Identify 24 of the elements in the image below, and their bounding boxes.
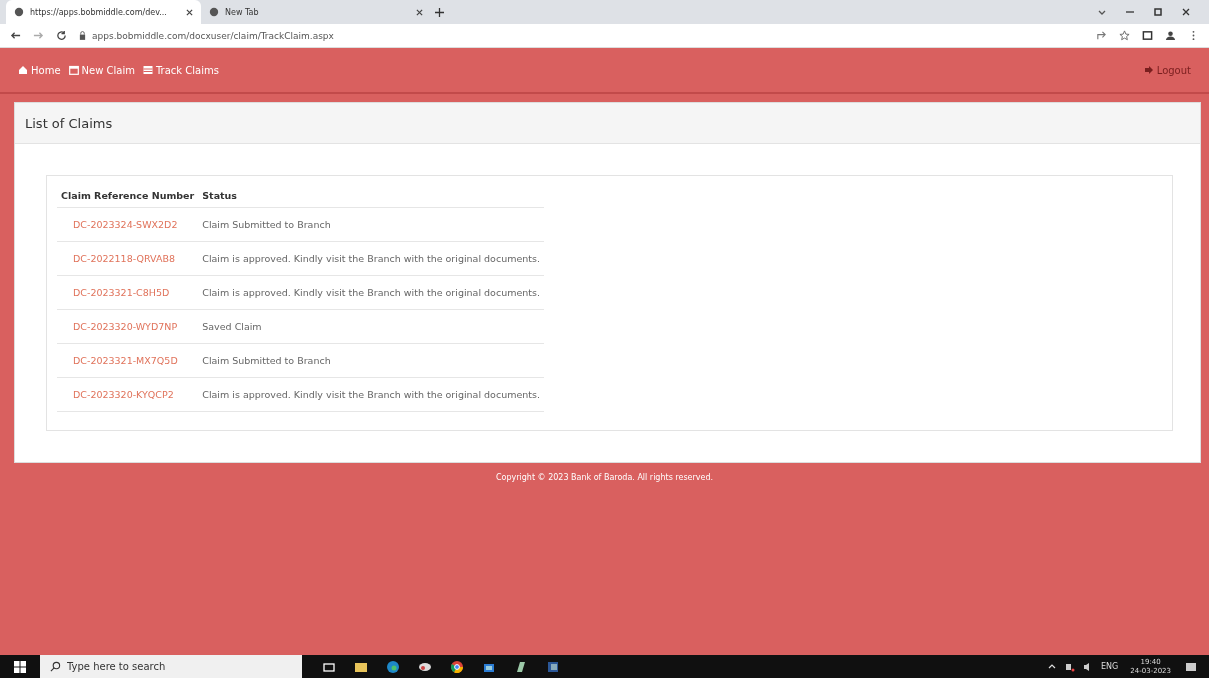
claim-link[interactable]: DC-2022118-QRVAB8: [73, 253, 175, 264]
table-cell: Claim is approved. Kindly visit the Branch with the original documents.: [198, 377, 544, 412]
browser-tab[interactable]: https://apps.bobmiddle.com/dev...: [6, 0, 201, 24]
claim-link[interactable]: DC-2023324-SWX2D2: [73, 219, 178, 230]
nav-link[interactable]: Home: [18, 64, 61, 76]
column-header: Status: [198, 184, 544, 208]
table-cell: Claim Submitted to Branch: [198, 207, 544, 242]
browser-tab[interactable]: New Tab: [201, 0, 396, 24]
claim-link[interactable]: DC-2023321-C8H5D: [73, 287, 170, 298]
table-cell: Saved Claim: [198, 309, 544, 344]
search-field[interactable]: Type here to search: [40, 655, 302, 678]
logout-link[interactable]: Logout: [1143, 64, 1191, 76]
claim-link[interactable]: DC-2023320-WYD7NP: [73, 321, 178, 332]
language-indicator[interactable]: ENG: [1101, 662, 1119, 671]
table-cell: Claim is approved. Kindly visit the Branch with the original documents.: [198, 241, 544, 276]
column-header: Claim Reference Number: [57, 184, 199, 208]
table-cell: Claim is approved. Kindly visit the Branch with the original documents.: [198, 275, 544, 310]
card-title: List of Claims: [25, 115, 113, 131]
nav-link[interactable]: New Claim: [68, 64, 135, 76]
table-cell: Claim Submitted to Branch: [198, 343, 544, 378]
claim-link[interactable]: DC-2023320-KYQCP2: [73, 389, 174, 400]
copyright-text: Copyright © 2023 Bank of Baroda. All rights reserved.: [495, 473, 714, 482]
claim-link[interactable]: DC-2023321-MX7Q5D: [73, 355, 178, 366]
nav-link[interactable]: Track Claims: [142, 64, 219, 76]
